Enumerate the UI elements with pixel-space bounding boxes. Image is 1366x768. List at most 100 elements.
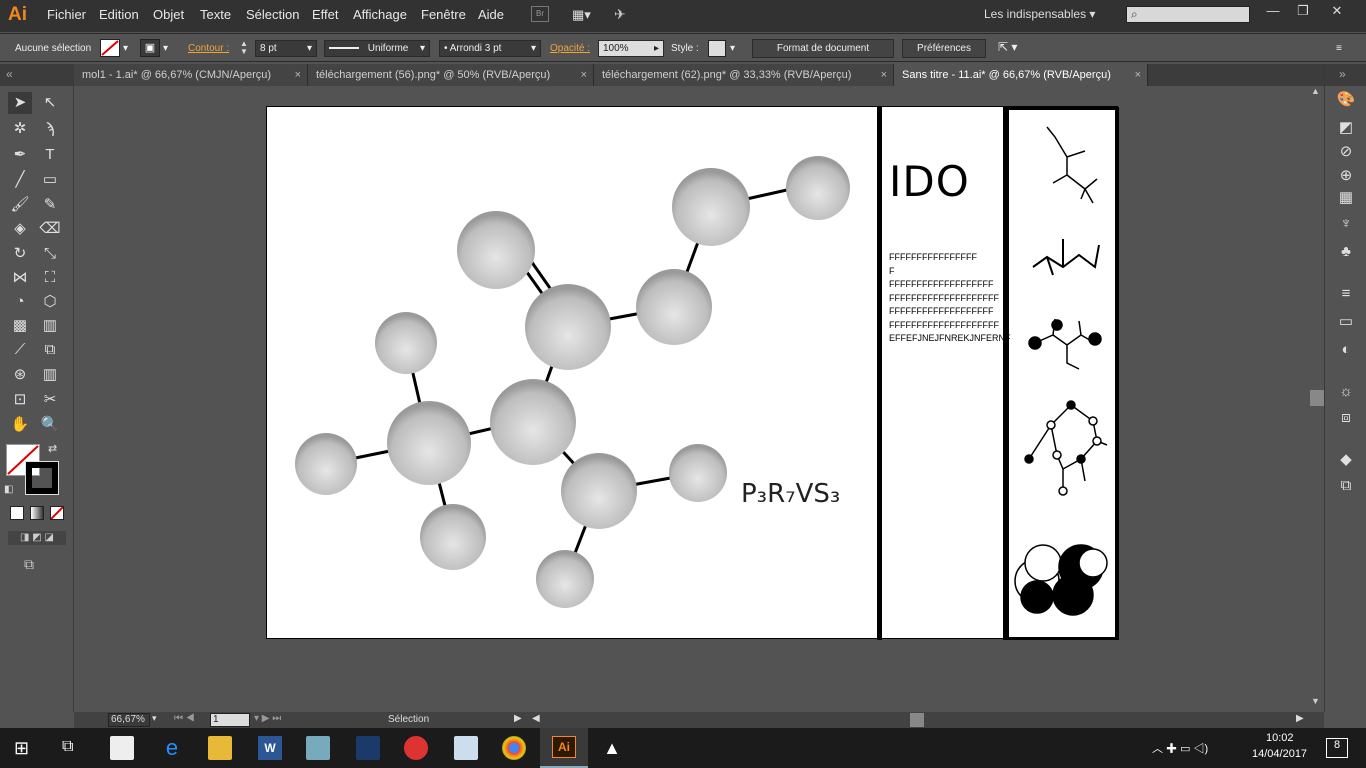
- vertical-scrollbar[interactable]: ▲ ▼: [1310, 86, 1324, 712]
- lasso-icon[interactable]: ϡ: [38, 118, 62, 140]
- tab-telechargement-62[interactable]: téléchargement (62).png* @ 33,33% (RVB/A…: [594, 64, 894, 86]
- gradient-tool-icon[interactable]: ▥: [38, 315, 62, 337]
- app-icon[interactable]: [454, 736, 478, 760]
- clock-date[interactable]: 14/04/2017: [1252, 748, 1307, 760]
- selection-tool-icon[interactable]: ➤: [8, 92, 32, 114]
- style-swatch[interactable]: [708, 40, 726, 57]
- scroll-down-icon[interactable]: ▼: [1311, 696, 1320, 706]
- assets-icon[interactable]: ⊕: [1336, 166, 1356, 186]
- rotate-tool-icon[interactable]: ↻: [8, 243, 32, 265]
- screen-mode-icon[interactable]: ⧉: [24, 556, 34, 573]
- stroke-panel-icon[interactable]: ≡: [1336, 284, 1356, 304]
- notifications-badge[interactable]: 8: [1326, 738, 1348, 758]
- close-icon[interactable]: ✕: [1324, 3, 1350, 19]
- menu-edition[interactable]: Edition: [99, 7, 139, 22]
- first-page-icon[interactable]: ⏮ ◀: [174, 713, 195, 724]
- chevron-down-icon[interactable]: ▾: [730, 43, 735, 54]
- hand-tool-icon[interactable]: ✋: [8, 414, 32, 436]
- color-guide-icon[interactable]: ◩: [1336, 118, 1356, 138]
- stroke-weight-field[interactable]: 8 pt ▾: [255, 40, 317, 57]
- paintbrush-icon[interactable]: 🖌: [8, 194, 32, 216]
- arrange-icon[interactable]: ⇱ ▾: [998, 40, 1017, 54]
- app-icon[interactable]: [356, 736, 380, 760]
- scale-tool-icon[interactable]: ⤡: [38, 243, 62, 265]
- none-mode-icon[interactable]: [50, 506, 64, 520]
- slice-tool-icon[interactable]: ✂: [38, 389, 62, 411]
- restore-icon[interactable]: ❐: [1290, 3, 1316, 19]
- app-icon[interactable]: [404, 736, 428, 760]
- menu-affichage[interactable]: Affichage: [353, 7, 407, 22]
- shaper-tool-icon[interactable]: ◈: [8, 218, 32, 240]
- page-field[interactable]: 1: [210, 713, 250, 727]
- file-explorer-icon[interactable]: [208, 736, 232, 760]
- type-tool-icon[interactable]: T: [38, 144, 62, 166]
- arrange-documents-icon[interactable]: ▦▾: [572, 7, 598, 23]
- artboard[interactable]: IDO FFFFFFFFFFFFFFFF F FFFFFFFFFFFFFFFFF…: [266, 104, 1121, 643]
- gpu-performance-icon[interactable]: ✈: [614, 6, 636, 24]
- windows-start-icon[interactable]: ⊞: [14, 738, 29, 759]
- graphic-styles-icon[interactable]: ⧈: [1336, 408, 1356, 428]
- menu-objet[interactable]: Objet: [153, 7, 184, 22]
- document-format-button[interactable]: Format de document: [752, 39, 894, 58]
- color-palette-icon[interactable]: 🎨: [1336, 90, 1356, 110]
- swap-colors-icon[interactable]: ⇄: [48, 442, 57, 455]
- stroke-swatch[interactable]: ▣: [140, 39, 160, 57]
- menu-fichier[interactable]: Fichier: [47, 7, 86, 22]
- stepper-icon[interactable]: ▲ ▼: [240, 40, 252, 57]
- free-transform-icon[interactable]: ⛶: [38, 267, 62, 289]
- gradient-panel-icon[interactable]: ▭: [1336, 312, 1356, 332]
- zoom-field[interactable]: 66,67%: [108, 713, 150, 727]
- swatches-icon[interactable]: ▦: [1336, 188, 1356, 208]
- artboards-icon[interactable]: ⧉: [1336, 476, 1356, 496]
- edge-icon[interactable]: e: [160, 736, 184, 760]
- chevron-down-icon[interactable]: ▾: [152, 713, 157, 724]
- close-icon[interactable]: ×: [1135, 64, 1141, 86]
- brush-select[interactable]: • Arrondi 3 pt ▾: [439, 40, 541, 57]
- layers-icon[interactable]: ◆: [1336, 450, 1356, 470]
- illustrator-taskbar-button[interactable]: Ai: [540, 728, 588, 768]
- h-scroll-thumb[interactable]: [910, 713, 924, 727]
- mesh-tool-icon[interactable]: ▩: [8, 315, 32, 337]
- next-page-icon[interactable]: ▾ ▶ ⏭: [254, 713, 281, 724]
- photos-icon[interactable]: ▲: [600, 736, 624, 760]
- zoom-tool-icon[interactable]: 🔍: [38, 414, 62, 436]
- tab-telechargement-56[interactable]: téléchargement (56).png* @ 50% (RVB/Aper…: [308, 64, 594, 86]
- panel-menu-icon[interactable]: ≡: [1336, 43, 1342, 54]
- tab-mol1[interactable]: mol1 - 1.ai* @ 66,67% (CMJN/Aperçu) ×: [74, 64, 308, 86]
- preferences-button[interactable]: Préférences: [902, 39, 986, 58]
- stroke-profile-select[interactable]: Uniforme ▾: [324, 40, 430, 57]
- app-icon[interactable]: [306, 736, 330, 760]
- artboard-tool-icon[interactable]: ⊡: [8, 389, 32, 411]
- scroll-left-icon[interactable]: ◀: [532, 713, 540, 724]
- stroke-color-swatch[interactable]: [25, 461, 59, 495]
- pen-tool-icon[interactable]: ✒: [8, 144, 32, 166]
- shape-builder-icon[interactable]: ◔: [8, 291, 32, 313]
- gradient-mode-icon[interactable]: [30, 506, 44, 520]
- menu-fenetre[interactable]: Fenêtre: [421, 7, 466, 22]
- word-icon[interactable]: W: [258, 736, 282, 760]
- search-input[interactable]: ⌕: [1126, 6, 1250, 23]
- pencil-icon[interactable]: ✎: [38, 194, 62, 216]
- default-colors-icon[interactable]: ◧: [4, 484, 13, 495]
- line-tool-icon[interactable]: ╱: [8, 169, 32, 191]
- color-mode-icon[interactable]: [10, 506, 24, 520]
- symbols-icon[interactable]: ♣: [1336, 242, 1356, 262]
- rectangle-tool-icon[interactable]: ▭: [38, 169, 62, 191]
- close-icon[interactable]: ×: [295, 64, 301, 86]
- cc-libraries-icon[interactable]: ⊘: [1336, 142, 1356, 162]
- drawing-modes-icon[interactable]: ◨ ◩ ◪: [8, 531, 66, 545]
- opacity-label[interactable]: Opacité :: [550, 43, 590, 54]
- brushes-icon[interactable]: ♆: [1336, 214, 1356, 234]
- tray-icons[interactable]: ︿ ✚ ▭ ◁): [1152, 740, 1208, 756]
- tab-sans-titre[interactable]: Sans titre - 11.ai* @ 66,67% (RVB/Aperçu…: [894, 64, 1148, 86]
- menu-effet[interactable]: Effet: [312, 7, 339, 22]
- clock-time[interactable]: 10:02: [1266, 732, 1294, 744]
- workspace-switcher[interactable]: Les indispensables ▾: [984, 7, 1095, 21]
- fill-swatch[interactable]: [100, 39, 120, 57]
- scroll-right-icon[interactable]: ▶: [1296, 713, 1304, 724]
- eraser-icon[interactable]: ⌫: [38, 218, 62, 240]
- task-view-icon[interactable]: ⧉: [62, 738, 73, 756]
- menu-selection[interactable]: Sélection: [246, 7, 299, 22]
- eyedropper-icon[interactable]: ⟋: [8, 339, 32, 361]
- blend-tool-icon[interactable]: ⧉: [38, 339, 62, 361]
